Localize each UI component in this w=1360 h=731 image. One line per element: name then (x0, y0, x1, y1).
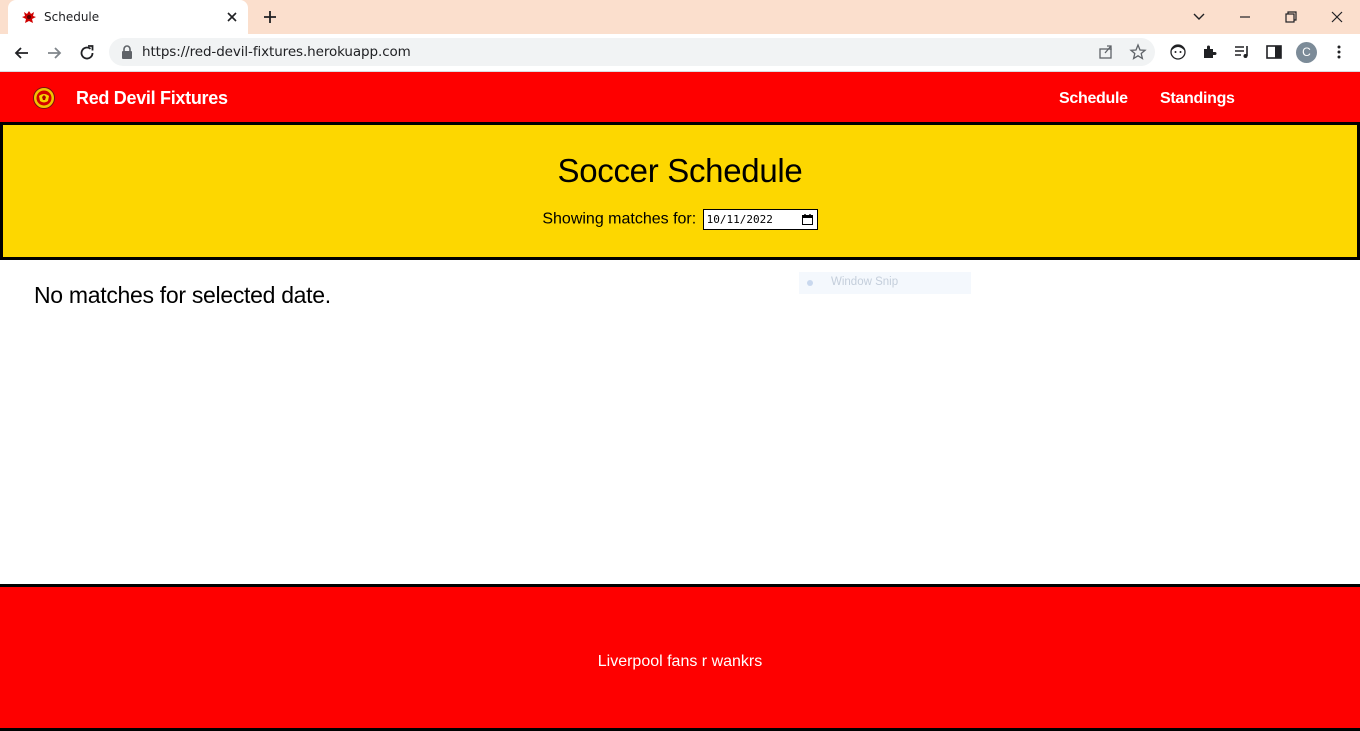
club-crest-logo-icon[interactable] (32, 86, 56, 110)
browser-toolbar: https://red-devil-fixtures.herokuapp.com… (0, 34, 1360, 72)
red-devil-favicon-icon (22, 11, 36, 23)
reload-icon[interactable] (77, 43, 97, 63)
brand-name[interactable]: Red Devil Fixtures (76, 88, 228, 109)
back-arrow-icon[interactable] (12, 43, 32, 63)
date-input[interactable]: 10/11/2022 (702, 209, 818, 230)
page-title: Soccer Schedule (557, 152, 803, 189)
close-icon[interactable] (224, 9, 240, 25)
footer-text: Liverpool fans r wankrs (597, 653, 763, 670)
snip-icon (807, 280, 813, 286)
date-filter-row: Showing matches for: 10/11/2022 (3, 209, 1357, 230)
share-icon[interactable] (1097, 43, 1115, 61)
minimize-icon[interactable] (1235, 7, 1255, 27)
empty-state-message: No matches for selected date. (34, 282, 331, 308)
kebab-menu-icon[interactable] (1330, 43, 1348, 61)
site-footer: Liverpool fans r wankrs (0, 584, 1360, 731)
site-navbar: Red Devil Fixtures Schedule Standings (0, 72, 1360, 122)
lock-icon[interactable] (121, 45, 133, 59)
calendar-icon[interactable] (801, 213, 814, 226)
extension-face-icon[interactable] (1169, 43, 1187, 61)
url-text[interactable]: https://red-devil-fixtures.herokuapp.com (142, 44, 411, 60)
address-bar[interactable]: https://red-devil-fixtures.herokuapp.com (109, 38, 1155, 66)
restore-icon[interactable] (1281, 7, 1301, 27)
profile-avatar[interactable]: C (1296, 42, 1317, 63)
schedule-header: Soccer Schedule Showing matches for: 10/… (0, 122, 1360, 260)
tab-search-chevron-icon[interactable] (1189, 7, 1209, 27)
tab-title: Schedule (44, 10, 100, 24)
date-input-value[interactable]: 10/11/2022 (707, 210, 773, 229)
date-filter-label: Showing matches for: (542, 210, 697, 228)
nav-link-standings[interactable]: Standings (1160, 90, 1235, 108)
new-tab-plus-icon[interactable] (262, 9, 278, 25)
nav-link-schedule[interactable]: Schedule (1059, 90, 1128, 108)
window-snip-overlay[interactable]: Window Snip (799, 272, 971, 294)
browser-tabstrip: Schedule (0, 0, 1360, 34)
side-panel-icon[interactable] (1265, 43, 1283, 61)
browser-tab[interactable]: Schedule (8, 0, 248, 34)
extensions-puzzle-icon[interactable] (1201, 43, 1219, 61)
snip-label: Window Snip (831, 276, 899, 288)
bookmark-star-icon[interactable] (1129, 43, 1147, 61)
media-queue-icon[interactable] (1233, 43, 1251, 61)
window-close-icon[interactable] (1327, 7, 1347, 27)
forward-arrow-icon[interactable] (44, 43, 64, 63)
